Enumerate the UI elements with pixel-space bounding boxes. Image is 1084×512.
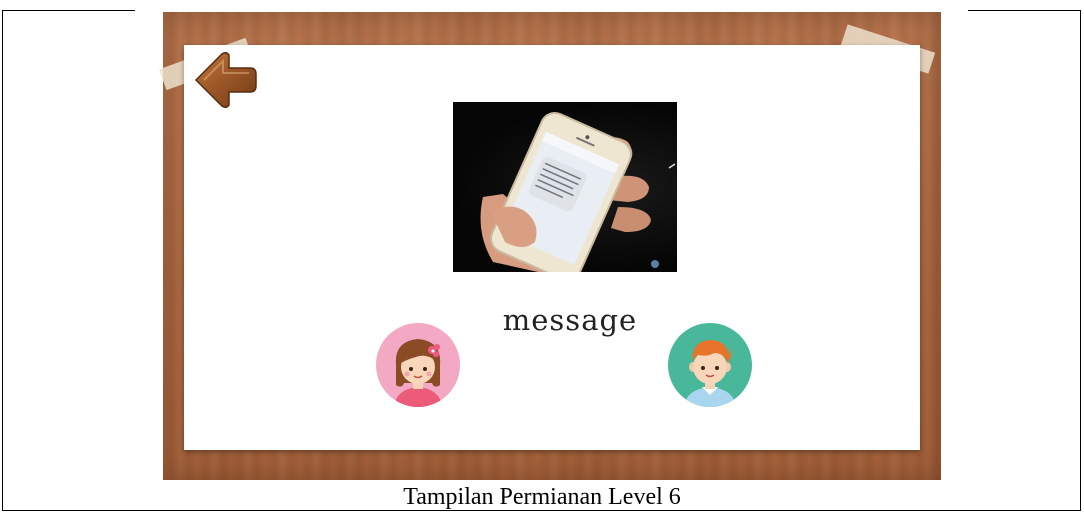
boy-avatar-button[interactable] xyxy=(668,323,752,407)
frame-top-line xyxy=(2,10,135,11)
hint-photo xyxy=(453,102,677,272)
phone-message-illustration xyxy=(480,112,676,272)
girl-avatar-icon xyxy=(394,339,442,407)
arrow-left-icon xyxy=(194,51,257,109)
girl-avatar-button[interactable] xyxy=(376,323,460,407)
back-button[interactable] xyxy=(192,46,260,112)
figure-caption: Tampilan Permianan Level 6 xyxy=(403,484,681,510)
boy-avatar-icon xyxy=(684,340,736,407)
target-word: message xyxy=(502,303,638,337)
frame-top-line xyxy=(968,10,1081,11)
